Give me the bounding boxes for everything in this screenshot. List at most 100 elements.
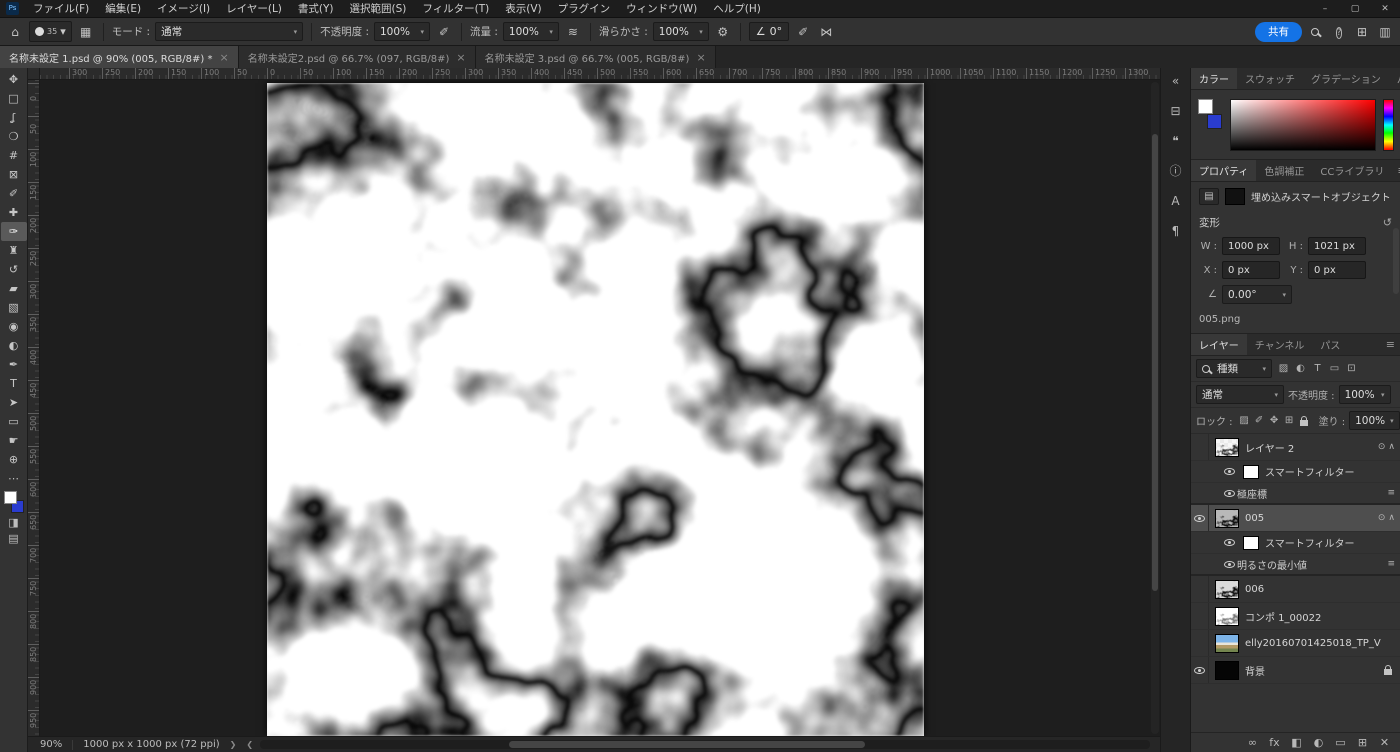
properties-tab[interactable]: 色調補正: [1256, 160, 1312, 181]
pasteboard[interactable]: [40, 80, 1160, 736]
smart-filter-row[interactable]: スマートフィルター: [1191, 461, 1400, 483]
new-layer-icon[interactable]: ⊞: [1355, 736, 1370, 749]
move-tool[interactable]: ✥: [1, 70, 27, 89]
dodge-tool[interactable]: ◐: [1, 336, 27, 355]
smart-filter-badge[interactable]: ⊙: [1378, 513, 1386, 523]
eraser-tool[interactable]: ▰: [1, 279, 27, 298]
menu-item[interactable]: レイヤー(L): [218, 0, 290, 18]
y-field[interactable]: 0 px: [1308, 261, 1366, 279]
smart-filter-badge[interactable]: ⊙: [1378, 442, 1386, 452]
status-prev-icon[interactable]: ❮: [246, 740, 253, 749]
visibility-toggle[interactable]: [1221, 461, 1237, 482]
filter-shape-layers-icon[interactable]: ▭: [1327, 363, 1342, 374]
menu-item[interactable]: フィルター(T): [414, 0, 497, 18]
properties-scrollbar[interactable]: [1393, 228, 1399, 294]
brush-tool[interactable]: ✑: [0, 222, 27, 241]
brush-settings-panel-icon[interactable]: ▦: [77, 25, 95, 39]
close-tab-icon[interactable]: ×: [696, 51, 705, 64]
paragraph-panel-icon[interactable]: ¶: [1164, 220, 1188, 242]
workspace-icon[interactable]: ▥: [1376, 25, 1394, 39]
lasso-tool[interactable]: ʆ: [1, 108, 27, 127]
crop-tool[interactable]: #: [1, 146, 27, 165]
layer-row[interactable]: 背景: [1191, 657, 1400, 684]
canvas[interactable]: [267, 83, 924, 736]
layer-row[interactable]: 005 ⊙ ∧: [1191, 505, 1400, 532]
info-panel-icon[interactable]: ⓘ: [1164, 160, 1188, 182]
visibility-toggle[interactable]: [1191, 603, 1209, 629]
layer-row[interactable]: 006: [1191, 576, 1400, 603]
foreground-color-swatch[interactable]: [3, 491, 17, 504]
filter-adjustment-layers-icon[interactable]: ◐: [1293, 363, 1308, 374]
document-tab[interactable]: 名称未設定 3.psd @ 66.7% (005, RGB/8#) ×: [475, 46, 716, 68]
pressure-size-icon[interactable]: ✐: [794, 25, 812, 39]
comment-panel-icon[interactable]: ❝: [1164, 130, 1188, 152]
smart-filter-row[interactable]: スマートフィルター: [1191, 532, 1400, 554]
visibility-toggle[interactable]: [1191, 657, 1209, 683]
vertical-ruler[interactable]: 0 50 100 150 200 250 300 350 400 450 500 550 600 650 7…: [28, 80, 40, 736]
filter-kind-select[interactable]: 種類 ▾: [1196, 359, 1272, 378]
collapse-filters-icon[interactable]: ∧: [1388, 442, 1395, 452]
history-brush-tool[interactable]: ↺: [1, 260, 27, 279]
layers-tab[interactable]: パス: [1312, 334, 1348, 355]
horizontal-scrollbar-thumb[interactable]: [509, 741, 866, 748]
visibility-toggle[interactable]: [1191, 576, 1209, 602]
x-field[interactable]: 0 px: [1222, 261, 1280, 279]
link-layers-icon[interactable]: ∞: [1245, 736, 1260, 749]
menu-item[interactable]: ファイル(F): [25, 0, 97, 18]
symmetry-icon[interactable]: ⋈: [817, 25, 835, 39]
layers-tab[interactable]: チャンネル: [1247, 334, 1313, 355]
menu-item[interactable]: ウィンドウ(W): [618, 0, 705, 18]
layer-blend-mode-select[interactable]: 通常 ▾: [1196, 385, 1284, 404]
hue-slider[interactable]: [1383, 99, 1394, 151]
background-color-swatch[interactable]: [1207, 114, 1222, 129]
delete-layer-icon[interactable]: ✕: [1377, 736, 1392, 749]
lock-pixels-icon[interactable]: ✐: [1252, 415, 1267, 426]
fill-select[interactable]: 100% ▾: [1349, 411, 1400, 430]
eyedropper-tool[interactable]: ✐: [1, 184, 27, 203]
healing-brush-tool[interactable]: ✚: [1, 203, 27, 222]
smart-filter-row[interactable]: 明るさの最小値 ≡: [1191, 554, 1400, 576]
menu-item[interactable]: ヘルプ(H): [705, 0, 769, 18]
zoom-tool[interactable]: ⊕: [1, 450, 27, 469]
height-field[interactable]: 1021 px: [1308, 237, 1366, 255]
layer-effects-icon[interactable]: fx: [1267, 736, 1282, 749]
saturation-brightness-field[interactable]: [1230, 99, 1376, 151]
smart-object-icon[interactable]: ▤: [1199, 188, 1219, 205]
color-tab[interactable]: グラデーション: [1303, 68, 1389, 89]
smart-filter-row[interactable]: 極座標 ≡: [1191, 483, 1400, 505]
properties-tab[interactable]: CCライブラリ: [1312, 160, 1392, 181]
color-swatch-pair[interactable]: [3, 491, 25, 513]
filter-smart-objects-icon[interactable]: ⊡: [1344, 363, 1359, 374]
color-swatch-pair[interactable]: [1197, 99, 1223, 129]
layer-row[interactable]: コンポ 1_00022: [1191, 603, 1400, 630]
edit-toolbar-icon[interactable]: ⋯: [1, 472, 27, 485]
home-icon[interactable]: ⌂: [6, 25, 24, 39]
shape-tool[interactable]: ▭: [1, 412, 27, 431]
foreground-color-swatch[interactable]: [1198, 99, 1213, 114]
type-tool[interactable]: T: [1, 374, 27, 393]
menu-item[interactable]: 選択範囲(S): [342, 0, 415, 18]
menu-item[interactable]: 書式(Y): [290, 0, 342, 18]
lock-all-icon[interactable]: [1299, 415, 1308, 426]
brush-angle-field[interactable]: ∠ 0°: [748, 22, 790, 41]
character-panel-icon[interactable]: A: [1164, 190, 1188, 212]
document-tab[interactable]: 名称未設定 1.psd @ 90% (005, RGB/8#) * ×: [0, 46, 239, 68]
filter-mask-thumbnail[interactable]: [1243, 535, 1259, 550]
marquee-tool[interactable]: □: [1, 89, 27, 108]
close-button[interactable]: ✕: [1370, 0, 1400, 17]
quick-selection-tool[interactable]: ❍: [1, 127, 27, 146]
visibility-toggle[interactable]: [1221, 554, 1237, 574]
menu-item[interactable]: 表示(V): [497, 0, 549, 18]
clone-stamp-tool[interactable]: ♜: [1, 241, 27, 260]
filter-options-icon[interactable]: ≡: [1387, 559, 1395, 569]
quick-mask-icon[interactable]: ◨: [1, 516, 27, 529]
minimize-button[interactable]: –: [1310, 0, 1340, 17]
close-tab-icon[interactable]: ×: [456, 51, 465, 64]
brush-preset-picker[interactable]: 35 ▾: [29, 21, 72, 42]
vertical-scrollbar[interactable]: [1151, 82, 1159, 734]
menu-item[interactable]: プラグイン: [550, 0, 619, 18]
smoothing-options-gear-icon[interactable]: ⚙: [714, 25, 732, 39]
layer-row[interactable]: elly20160701425018_TP_V: [1191, 630, 1400, 657]
filter-pixel-layers-icon[interactable]: ▨: [1276, 363, 1291, 374]
visibility-toggle[interactable]: [1191, 630, 1209, 656]
